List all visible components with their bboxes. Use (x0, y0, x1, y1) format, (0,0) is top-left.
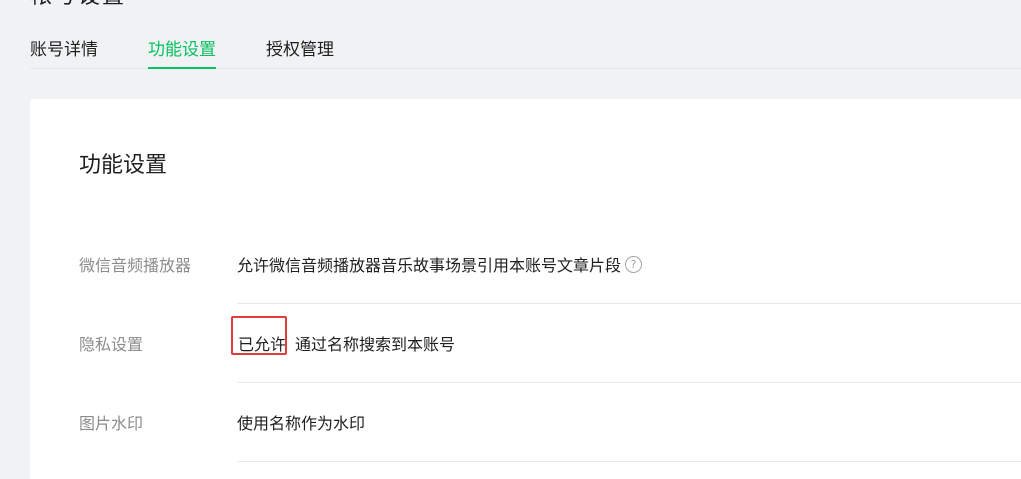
watermark-description: 使用名称作为水印 (237, 414, 366, 433)
tab-authorization-management[interactable]: 授权管理 (266, 30, 334, 68)
row-value: 使用名称作为水印 (237, 382, 1021, 462)
row-label: 图片水印 (79, 414, 144, 433)
privacy-status[interactable]: 已允许 (231, 316, 287, 355)
row-value: 已允许 通过名称搜索到本账号 (231, 303, 1021, 383)
settings-row-audio-player: 微信音频播放器 允许微信音频播放器音乐故事场景引用本账号文章片段 ? (30, 224, 1021, 304)
page: 帐号设置 账号详情 功能设置 授权管理 功能设置 微信音频播放器 允许微信音频播… (0, 0, 1021, 479)
settings-card: 功能设置 微信音频播放器 允许微信音频播放器音乐故事场景引用本账号文章片段 ? … (30, 99, 1021, 479)
privacy-status-label: 已允许 (238, 335, 287, 354)
row-value: 允许微信音频播放器音乐故事场景引用本账号文章片段 ? (237, 224, 1021, 304)
settings-row-image-watermark: 图片水印 使用名称作为水印 (30, 382, 1021, 462)
row-label: 微信音频播放器 (79, 256, 192, 275)
tab-account-details[interactable]: 账号详情 (30, 30, 98, 68)
settings-row-privacy: 隐私设置 已允许 通过名称搜索到本账号 (30, 303, 1021, 383)
help-icon[interactable]: ? (625, 255, 643, 273)
audio-player-description: 允许微信音频播放器音乐故事场景引用本账号文章片段 (237, 256, 622, 275)
page-heading: 帐号设置 (30, 0, 126, 10)
privacy-description: 通过名称搜索到本账号 (295, 335, 456, 354)
tab-feature-settings[interactable]: 功能设置 (148, 30, 216, 69)
row-label: 隐私设置 (79, 335, 144, 354)
tab-bar: 账号详情 功能设置 授权管理 (30, 30, 1021, 69)
card-title: 功能设置 (79, 153, 168, 178)
row-divider (237, 461, 1021, 462)
